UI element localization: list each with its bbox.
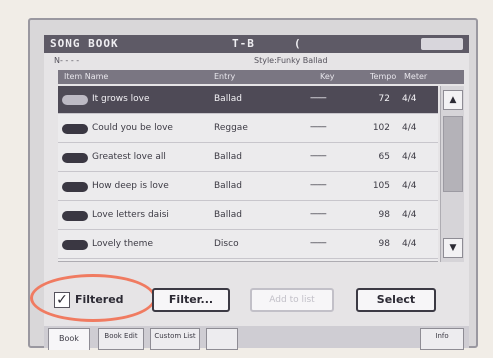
tab-book-edit[interactable]: Book Edit bbox=[98, 328, 144, 350]
tab-custom-list[interactable]: Custom List bbox=[150, 328, 200, 350]
column-header: Item Name Entry Key Tempo Meter bbox=[58, 70, 464, 84]
style-icon bbox=[62, 240, 88, 250]
style-icon bbox=[62, 95, 88, 105]
title-bracket: ( bbox=[294, 37, 302, 50]
song-name: It grows love bbox=[92, 94, 150, 104]
add-to-list-button[interactable]: Add to list bbox=[250, 288, 334, 312]
list-item[interactable]: How deep is love Ballad ------- 105 4/4 bbox=[58, 173, 438, 201]
list-item[interactable]: Greatest love all Ballad ------- 65 4/4 bbox=[58, 144, 438, 172]
scroll-thumb[interactable] bbox=[443, 116, 463, 192]
tab-empty[interactable] bbox=[206, 328, 238, 350]
song-name: Lovely theme bbox=[92, 239, 153, 249]
song-list: It grows love Ballad ------- 72 4/4 Coul… bbox=[58, 86, 438, 262]
app-title: SONG BOOK bbox=[50, 37, 119, 50]
list-item[interactable]: Love letters daisi Ballad ------- 98 4/4 bbox=[58, 202, 438, 230]
list-item[interactable]: Lovely theme Disco ------- 98 4/4 bbox=[58, 231, 438, 259]
song-key: ------- bbox=[310, 151, 327, 161]
song-meter: 4/4 bbox=[402, 181, 417, 191]
list-item[interactable]: Could you be love Reggae ------- 102 4/4 bbox=[58, 115, 438, 143]
song-key: ------- bbox=[310, 238, 327, 248]
song-meter: 4/4 bbox=[402, 94, 417, 104]
title-bar: SONG BOOK T-B ( bbox=[44, 35, 469, 53]
column-meter: Meter bbox=[404, 72, 428, 81]
tab-book[interactable]: Book bbox=[48, 328, 90, 350]
style-icon bbox=[62, 182, 88, 192]
song-meter: 4/4 bbox=[402, 123, 417, 133]
song-key: ------- bbox=[310, 209, 327, 219]
mode-indicator: T-B bbox=[232, 37, 255, 50]
song-meter: 4/4 bbox=[402, 152, 417, 162]
song-name: Greatest love all bbox=[92, 152, 166, 162]
column-tempo: Tempo bbox=[370, 72, 397, 81]
song-style: Ballad bbox=[214, 94, 242, 104]
scroll-down-icon[interactable]: ▼ bbox=[443, 238, 463, 258]
song-tempo: 102 bbox=[372, 123, 390, 133]
song-number: N- - - - bbox=[54, 56, 80, 65]
song-style: Ballad bbox=[214, 210, 242, 220]
song-name: Could you be love bbox=[92, 123, 173, 133]
tab-info[interactable]: Info bbox=[420, 328, 464, 350]
song-style: Reggae bbox=[214, 123, 248, 133]
song-key: ------- bbox=[310, 93, 327, 103]
style-icon bbox=[62, 211, 88, 221]
song-style: Disco bbox=[214, 239, 239, 249]
scroll-up-icon[interactable]: ▲ bbox=[443, 90, 463, 110]
song-meter: 4/4 bbox=[402, 239, 417, 249]
song-key: ------- bbox=[310, 180, 327, 190]
scrollbar[interactable]: ▲ ▼ bbox=[440, 86, 464, 262]
style-icon bbox=[62, 124, 88, 134]
song-tempo: 98 bbox=[378, 210, 390, 220]
song-name: How deep is love bbox=[92, 181, 169, 191]
info-row: N- - - - Style:Funky Ballad bbox=[44, 54, 469, 68]
song-style: Ballad bbox=[214, 181, 242, 191]
song-tempo: 65 bbox=[378, 152, 390, 162]
column-name: Item Name bbox=[64, 72, 109, 81]
list-item[interactable]: It grows love Ballad ------- 72 4/4 bbox=[58, 86, 438, 114]
style-icon bbox=[62, 153, 88, 163]
select-button[interactable]: Select bbox=[356, 288, 436, 312]
song-style: Ballad bbox=[214, 152, 242, 162]
filter-button[interactable]: Filter... bbox=[152, 288, 230, 312]
highlight-ring bbox=[30, 274, 156, 322]
column-entry: Entry bbox=[214, 72, 236, 81]
song-tempo: 72 bbox=[378, 94, 390, 104]
song-tempo: 105 bbox=[372, 181, 390, 191]
column-key: Key bbox=[320, 72, 335, 81]
current-style: Style:Funky Ballad bbox=[254, 56, 328, 65]
song-key: ------- bbox=[310, 122, 327, 132]
song-name: Love letters daisi bbox=[92, 210, 169, 220]
title-control[interactable] bbox=[421, 38, 463, 50]
song-meter: 4/4 bbox=[402, 210, 417, 220]
song-tempo: 98 bbox=[378, 239, 390, 249]
